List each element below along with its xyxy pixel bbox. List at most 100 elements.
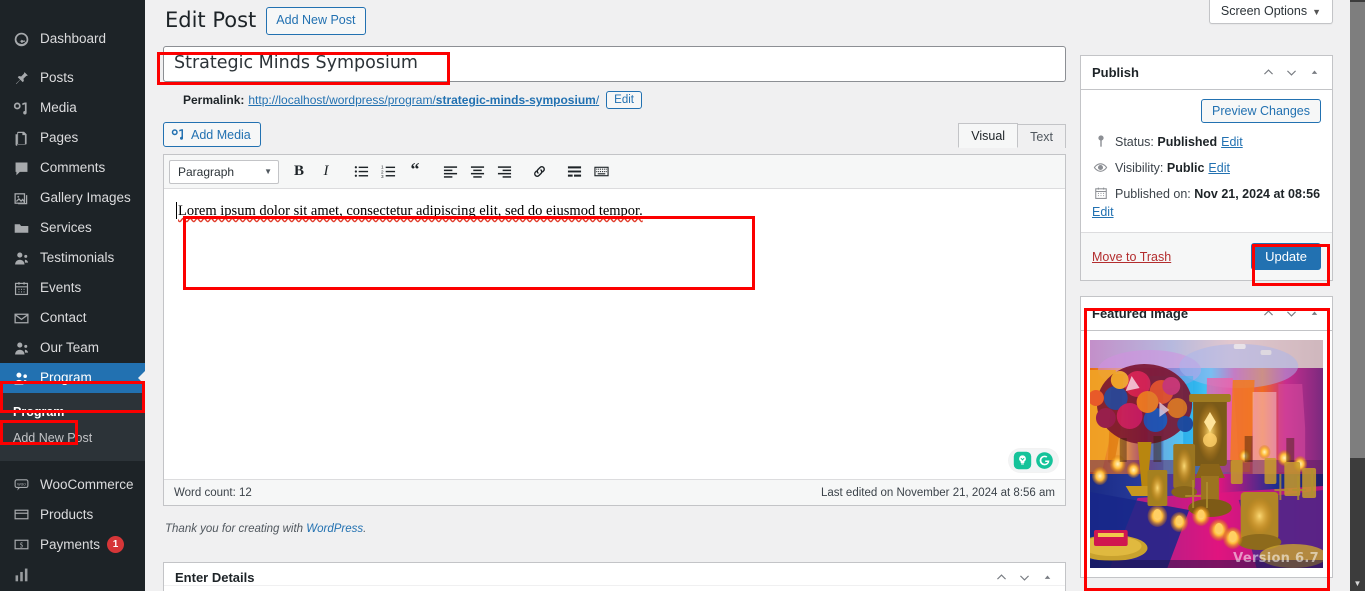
featured-image-title: Featured image (1092, 306, 1189, 322)
main-content: Screen Options ▼ Edit Post Add New Post S… (145, 0, 1343, 591)
bold-icon[interactable]: B (286, 159, 312, 185)
page-scrollbar[interactable]: ▼ (1343, 0, 1365, 591)
page-title: Edit Post (165, 8, 257, 33)
toolbar-toggle-icon[interactable] (588, 159, 614, 185)
sidebar-item-our-team[interactable]: Our Team (0, 333, 145, 363)
sidebar-item-services[interactable]: Services (0, 213, 145, 243)
svg-text:$: $ (19, 542, 23, 549)
status-row: Status: Published Edit (1092, 127, 1321, 153)
toggle-panel-icon[interactable] (1308, 307, 1321, 320)
credit-text-before: Thank you for creating with (165, 523, 307, 535)
tab-text[interactable]: Text (1017, 124, 1066, 148)
sidebar-item-woocommerce[interactable]: woo WooCommerce (0, 470, 145, 500)
payments-icon: $ (11, 535, 31, 555)
media-icon (11, 98, 31, 118)
editor-container: Add Media Visual Text Paragraph ▼ B I 1 … (163, 122, 1066, 506)
edit-date-link[interactable]: Edit (1092, 205, 1114, 219)
scrollbar-track[interactable]: ▼ (1350, 0, 1365, 591)
toggle-panel-icon[interactable] (1308, 66, 1321, 79)
align-center-icon[interactable] (464, 159, 490, 185)
italic-icon[interactable]: I (313, 159, 339, 185)
submenu-item-add-new-post[interactable]: Add New Post (0, 425, 145, 451)
screen-options-button[interactable]: Screen Options ▼ (1208, 0, 1333, 24)
version-overlay: Version 6.7 (1233, 551, 1319, 567)
scroll-down-arrow-icon[interactable]: ▼ (1350, 575, 1365, 591)
edit-visibility-link[interactable]: Edit (1208, 161, 1230, 175)
sidebar-item-label: Testimonials (40, 250, 115, 266)
editor-paragraph[interactable]: Lorem ipsum dolor sit amet, consectetur … (176, 201, 643, 223)
permalink-slug: strategic-minds-symposium (435, 93, 596, 107)
sidebar-item-products[interactable]: Products (0, 500, 145, 530)
add-new-post-button[interactable]: Add New Post (266, 7, 366, 35)
move-to-trash-link[interactable]: Move to Trash (1092, 250, 1171, 264)
sidebar-item-payments[interactable]: $ Payments 1 (0, 530, 145, 560)
editor-status-bar: Word count: 12 Last edited on November 2… (164, 479, 1065, 505)
move-up-icon[interactable] (995, 571, 1008, 584)
move-up-icon[interactable] (1262, 66, 1275, 79)
sidebar-item-posts[interactable]: Posts (0, 63, 145, 93)
bulleted-list-icon[interactable] (348, 159, 374, 185)
post-title-field[interactable]: Strategic Minds Symposium (163, 46, 1066, 82)
tinymce-editor: Paragraph ▼ B I 123 “ Lorem ipsum dolor … (163, 154, 1066, 506)
blockquote-icon[interactable]: “ (402, 159, 428, 185)
sidebar-item-events[interactable]: Events (0, 273, 145, 303)
program-submenu: Program Add New Post (0, 393, 145, 461)
sidebar-item-program[interactable]: Program (0, 363, 145, 393)
event-decor-photo (1090, 340, 1323, 569)
comments-icon (11, 158, 31, 178)
published-label: Published on: (1115, 187, 1191, 202)
grammarly-badge[interactable] (1009, 449, 1058, 472)
grammarly-logo-icon (1036, 452, 1053, 469)
sidebar-item-gallery-images[interactable]: Gallery Images (0, 183, 145, 213)
preview-changes-button[interactable]: Preview Changes (1201, 99, 1321, 123)
enter-details-header[interactable]: Enter Details (164, 563, 1065, 586)
add-media-button[interactable]: Add Media (163, 122, 261, 147)
sidebar-item-label: Media (40, 100, 77, 116)
sidebar-item-dashboard[interactable]: Dashboard (0, 24, 145, 54)
eye-icon (1092, 159, 1109, 175)
status-text: Status: Published Edit (1115, 133, 1243, 151)
publish-header: Publish (1081, 56, 1332, 90)
sidebar-item-label: Services (40, 220, 92, 236)
align-left-icon[interactable] (437, 159, 463, 185)
tab-visual[interactable]: Visual (958, 123, 1019, 148)
move-up-icon[interactable] (1262, 307, 1275, 320)
metabox-handles (995, 571, 1054, 584)
editor-toolbar: Paragraph ▼ B I 123 “ (164, 155, 1065, 189)
sidebar-item-comments[interactable]: Comments (0, 153, 145, 183)
read-more-icon[interactable] (561, 159, 587, 185)
screen-meta-links: Screen Options ▼ (1208, 0, 1333, 24)
dashboard-icon (11, 29, 31, 49)
edit-permalink-button[interactable]: Edit (606, 91, 642, 109)
featured-image-thumbnail[interactable]: Version 6.7 (1090, 340, 1323, 569)
users-icon (11, 368, 31, 388)
link-icon[interactable] (526, 159, 552, 185)
toggle-panel-icon[interactable] (1041, 571, 1054, 584)
featured-image-wrap[interactable]: Version 6.7 (1081, 331, 1332, 577)
move-down-icon[interactable] (1285, 66, 1298, 79)
calendar-icon (1092, 185, 1109, 200)
woo-icon: woo (11, 475, 31, 495)
align-right-icon[interactable] (491, 159, 517, 185)
products-icon (11, 505, 31, 525)
sidebar-item-pages[interactable]: Pages (0, 123, 145, 153)
scrollbar-thumb[interactable] (1350, 2, 1365, 458)
submenu-item-program[interactable]: Program (0, 399, 145, 425)
move-down-icon[interactable] (1285, 307, 1298, 320)
metabox-handles (1262, 307, 1321, 320)
update-button[interactable]: Update (1251, 243, 1321, 271)
move-down-icon[interactable] (1018, 571, 1031, 584)
editor-content-area[interactable]: Lorem ipsum dolor sit amet, consectetur … (164, 189, 1065, 479)
numbered-list-icon[interactable]: 123 (375, 159, 401, 185)
sidebar-item-media[interactable]: Media (0, 93, 145, 123)
edit-status-link[interactable]: Edit (1221, 135, 1243, 149)
paragraph-format-value: Paragraph (178, 164, 235, 179)
wordpress-link[interactable]: WordPress (306, 523, 363, 535)
permalink-link[interactable]: http://localhost/wordpress/program/strat… (248, 93, 599, 107)
sidebar-item-analytics[interactable] (0, 560, 145, 590)
paragraph-format-select[interactable]: Paragraph ▼ (169, 159, 279, 184)
post-body-content: Strategic Minds Symposium Permalink: htt… (163, 46, 1066, 535)
publish-actions: Move to Trash Update (1081, 232, 1332, 281)
sidebar-item-testimonials[interactable]: Testimonials (0, 243, 145, 273)
sidebar-item-contact[interactable]: Contact (0, 303, 145, 333)
